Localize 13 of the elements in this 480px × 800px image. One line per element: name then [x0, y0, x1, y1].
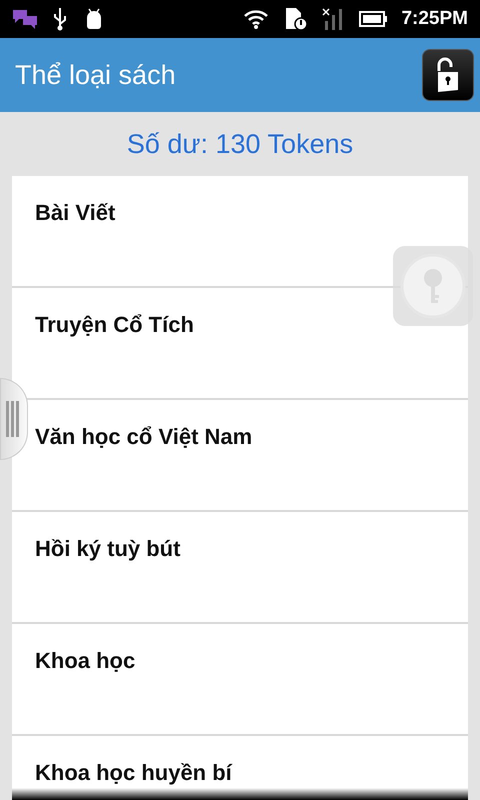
padlock-icon: [435, 57, 461, 93]
token-balance: Số dư: 130 Tokens: [126, 128, 354, 160]
wifi-icon: [243, 8, 270, 30]
category-item[interactable]: Hồi ký tuỳ bút: [12, 512, 468, 624]
grip-icon: [6, 401, 20, 437]
sim-alert-icon: [283, 7, 308, 31]
usb-icon: [52, 7, 68, 31]
chat-icon: [12, 8, 38, 30]
screen-title: Thể loại sách: [15, 60, 176, 90]
unlock-button[interactable]: [422, 49, 474, 101]
status-time: 7:25PM: [401, 8, 468, 30]
category-item[interactable]: Khoa học: [12, 624, 468, 736]
battery-icon: [359, 10, 388, 28]
